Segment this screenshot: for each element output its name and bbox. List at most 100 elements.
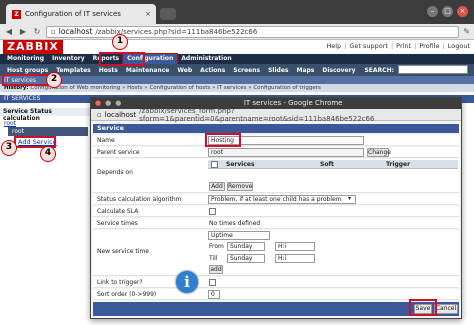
tab-close-icon[interactable]: × bbox=[145, 10, 156, 18]
submenu-slides[interactable]: Slides bbox=[264, 67, 292, 74]
main-menu: Monitoring Inventory Reports Configurati… bbox=[0, 53, 474, 65]
popup-maximize-icon[interactable]: ● bbox=[115, 98, 121, 109]
help-link[interactable]: Help bbox=[326, 42, 341, 50]
remove-dependency-button[interactable]: Remove bbox=[227, 182, 253, 191]
save-highlight bbox=[409, 299, 437, 316]
chevron-down-icon: ▾ bbox=[348, 195, 352, 202]
parent-service-label: Parent service bbox=[97, 149, 140, 156]
popup-address-bar[interactable]: ▫ localhost/zabbix/services_form.php?sfo… bbox=[91, 106, 461, 123]
url-host: localhost bbox=[58, 27, 93, 36]
calc-sla-checkbox[interactable] bbox=[209, 208, 216, 215]
till-time-input[interactable]: H:i bbox=[275, 254, 315, 263]
cancel-button[interactable]: Cancel bbox=[434, 304, 458, 314]
change-button[interactable]: Change bbox=[367, 148, 391, 157]
step-badge-3: 3 bbox=[1, 140, 17, 156]
popup-close-icon[interactable]: ● bbox=[95, 98, 101, 109]
breadcrumb: History: Configuration of Web monitoring… bbox=[0, 84, 474, 92]
history-item[interactable]: Hosts bbox=[127, 85, 142, 91]
name-highlight bbox=[205, 133, 241, 147]
form-footer bbox=[93, 302, 459, 316]
history-item[interactable]: IT services bbox=[217, 85, 246, 91]
outer-toolbar: ◀ ▶ ↻ ▫ localhost/zabbix/services.php?si… bbox=[0, 24, 474, 40]
name-label: Name bbox=[97, 137, 115, 144]
submenu-web[interactable]: Web bbox=[173, 67, 196, 74]
submenu-actions[interactable]: Actions bbox=[196, 67, 229, 74]
parent-service-input: root bbox=[208, 148, 364, 157]
header-row: ZABBIX Help | Get support | Print | Profile… bbox=[0, 40, 474, 54]
url-host: localhost bbox=[104, 110, 137, 119]
search-input[interactable] bbox=[398, 65, 468, 74]
service-times-row: Service times bbox=[93, 218, 459, 229]
add-dependency-button[interactable]: Add bbox=[209, 182, 225, 191]
top-links: Help | Get support | Print | Profile | Logou… bbox=[326, 42, 470, 50]
depends-services-col: Services bbox=[208, 160, 310, 169]
submenu-discovery[interactable]: Discovery bbox=[318, 67, 359, 74]
browser-tab[interactable]: Z Configuration of IT services × bbox=[6, 4, 156, 24]
depends-soft-col: Soft bbox=[310, 160, 380, 169]
sort-order-row: Sort order (0->999) bbox=[93, 289, 459, 300]
step-badge-1: 1 bbox=[112, 34, 128, 50]
page-icon: ▫ bbox=[51, 27, 56, 36]
outer-tab-bar: Z Configuration of IT services × – □ × bbox=[0, 0, 474, 24]
status-calc-select[interactable]: Problem, if at least one child has a pro… bbox=[208, 195, 356, 204]
minimize-icon[interactable]: – bbox=[427, 6, 438, 17]
submenu-host-groups[interactable]: Host groups bbox=[3, 67, 52, 74]
url-path: /zabbix/services_form.php?sform=1&parent… bbox=[139, 106, 375, 123]
profile-link[interactable]: Profile bbox=[419, 42, 439, 50]
zabbix-logo: ZABBIX bbox=[3, 40, 63, 54]
zabbix-favicon-icon: Z bbox=[12, 9, 21, 19]
till-day-select[interactable]: Sunday bbox=[227, 254, 265, 263]
address-bar[interactable]: ▫ localhost/zabbix/services.php?sid=111b… bbox=[46, 25, 460, 38]
it-services-highlight bbox=[2, 74, 52, 86]
step-badge-4: 4 bbox=[40, 146, 56, 162]
configuration-highlight bbox=[99, 52, 145, 66]
uptime-select[interactable]: Uptime bbox=[208, 231, 270, 240]
depends-on-label: Depends on bbox=[97, 169, 133, 176]
history-item[interactable]: Configuration of triggers bbox=[253, 85, 321, 91]
history-item[interactable]: Configuration of hosts bbox=[149, 85, 210, 91]
close-icon[interactable]: × bbox=[457, 6, 468, 17]
print-link[interactable]: Print bbox=[396, 42, 411, 50]
service-form-header: Service bbox=[93, 124, 459, 133]
menu-inventory[interactable]: Inventory bbox=[48, 54, 89, 64]
new-service-time-row: New service time bbox=[93, 230, 459, 276]
get-support-link[interactable]: Get support bbox=[349, 42, 388, 50]
popup-minimize-icon[interactable]: ● bbox=[105, 98, 111, 109]
logout-link[interactable]: Logout bbox=[448, 42, 470, 50]
calc-sla-label: Calculate SLA bbox=[97, 208, 139, 215]
select-all-checkbox[interactable] bbox=[211, 161, 218, 168]
it-services-popup-window: ● ● ● IT services - Google Chrome ▫ loca… bbox=[90, 97, 462, 319]
reload-icon[interactable]: ↻ bbox=[32, 27, 42, 36]
forward-icon[interactable]: ▶ bbox=[18, 27, 28, 36]
add-time-button[interactable]: add bbox=[209, 265, 223, 274]
status-calc-label: Status calculation algorithm bbox=[97, 196, 182, 203]
service-times-label: Service times bbox=[97, 220, 138, 227]
sort-order-input[interactable]: 0 bbox=[208, 290, 220, 299]
service-row-root[interactable]: root bbox=[8, 127, 88, 136]
submenu-maintenance[interactable]: Maintenance bbox=[122, 67, 174, 74]
calc-sla-row: Calculate SLA bbox=[93, 206, 459, 217]
it-services-row bbox=[0, 76, 474, 84]
tab-title: Configuration of IT services bbox=[25, 10, 121, 18]
link-trigger-label: Link to trigger? bbox=[97, 279, 143, 286]
depends-trigger-col: Trigger bbox=[380, 160, 458, 169]
service-table-header: Service Status calculation bbox=[0, 108, 90, 122]
wrench-icon[interactable]: ✎ bbox=[463, 27, 470, 36]
step-badge-2: 2 bbox=[46, 72, 62, 88]
menu-administration[interactable]: Administration bbox=[177, 54, 235, 64]
new-tab-button[interactable] bbox=[160, 8, 176, 20]
from-day-select[interactable]: Sunday bbox=[227, 242, 265, 251]
submenu-hosts[interactable]: Hosts bbox=[95, 67, 122, 74]
submenu-screens[interactable]: Screens bbox=[229, 67, 264, 74]
from-time-input[interactable]: H:i bbox=[275, 242, 315, 251]
new-service-time-label: New service time bbox=[97, 248, 149, 255]
submenu-maps[interactable]: Maps bbox=[292, 67, 318, 74]
till-label: Till bbox=[209, 255, 218, 262]
window-controls: – □ × bbox=[427, 6, 468, 17]
link-trigger-checkbox[interactable] bbox=[209, 279, 216, 286]
root-link[interactable]: root bbox=[4, 120, 16, 127]
menu-monitoring[interactable]: Monitoring bbox=[3, 54, 48, 64]
back-icon[interactable]: ◀ bbox=[4, 27, 14, 36]
search-label: SEARCH: bbox=[364, 67, 394, 74]
maximize-icon[interactable]: □ bbox=[442, 6, 453, 17]
